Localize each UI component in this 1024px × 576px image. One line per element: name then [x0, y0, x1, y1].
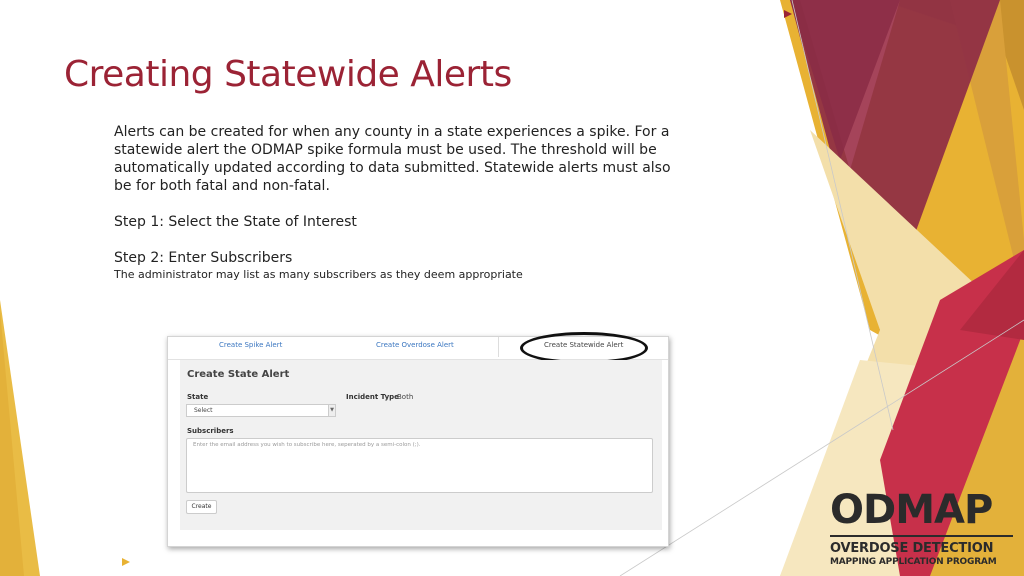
subscribers-placeholder: Enter the email address you wish to subs…	[193, 442, 421, 448]
slide-body: Alerts can be created for when any count…	[114, 123, 674, 282]
incident-type-label: Incident Type	[346, 393, 399, 401]
subscribers-label: Subscribers	[187, 427, 234, 435]
odmap-logo: ODMAP OVERDOSE DETECTION MAPPING APPLICA…	[830, 490, 1014, 568]
logo-line-2: MAPPING APPLICATION PROGRAM	[830, 557, 997, 567]
tab-create-overdose-alert[interactable]: Create Overdose Alert	[376, 341, 454, 349]
form-title: Create State Alert	[187, 369, 290, 380]
state-label: State	[187, 393, 209, 401]
state-select[interactable]: Select ▼	[186, 404, 336, 417]
state-select-value: Select	[194, 407, 213, 414]
tab-divider	[498, 337, 499, 357]
slide-title: Creating Statewide Alerts	[64, 54, 512, 95]
logo-line-1: OVERDOSE DETECTION	[830, 541, 994, 556]
tab-create-spike-alert[interactable]: Create Spike Alert	[219, 341, 282, 349]
subscribers-input[interactable]: Enter the email address you wish to subs…	[186, 438, 653, 493]
step-2-note: The administrator may list as many subsc…	[114, 268, 523, 281]
alert-tabs: Create Spike Alert Create Overdose Alert…	[168, 332, 668, 364]
create-button[interactable]: Create	[186, 500, 217, 514]
chevron-down-icon: ▼	[328, 405, 335, 416]
app-screenshot: Create Spike Alert Create Overdose Alert…	[167, 332, 669, 547]
incident-type-value: Both	[397, 393, 414, 401]
logo-divider	[830, 535, 1013, 537]
step-1: Step 1: Select the State of Interest	[114, 214, 357, 230]
step-2: Step 2: Enter Subscribers	[114, 250, 293, 266]
logo-wordmark: ODMAP	[830, 487, 993, 533]
intro-paragraph: Alerts can be created for when any count…	[114, 124, 671, 194]
create-state-alert-form: Create State Alert State Incident Type B…	[180, 360, 662, 530]
